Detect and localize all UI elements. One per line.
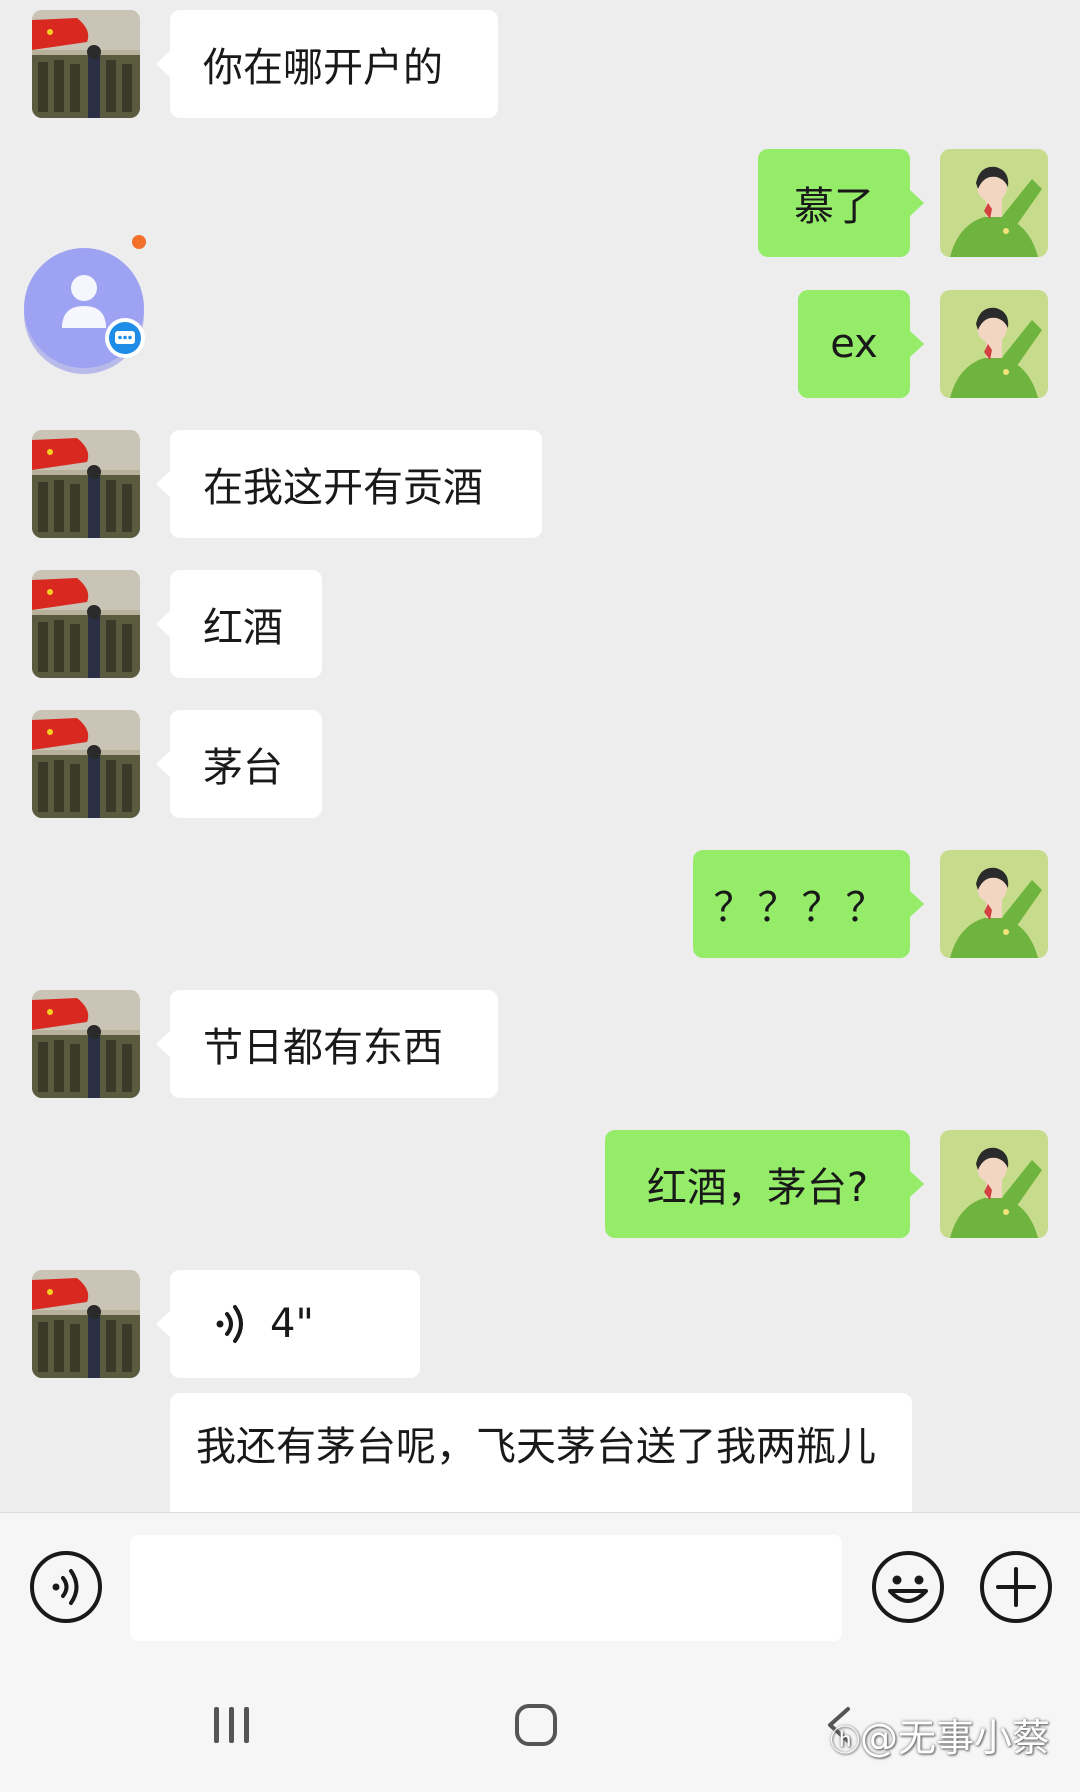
message-text: 你在哪开户的 bbox=[203, 45, 443, 91]
message-bubble[interactable]: ？？？？ bbox=[693, 850, 924, 958]
contact-avatar[interactable] bbox=[32, 1270, 140, 1378]
message-text: 我还有茅台呢，飞天茅台送了我两瓶儿 bbox=[196, 1424, 876, 1470]
message-bubble[interactable]: 茅台 bbox=[156, 710, 322, 818]
message-text: ex bbox=[830, 321, 878, 367]
contact-avatar[interactable] bbox=[32, 710, 140, 818]
floating-chat-head[interactable] bbox=[22, 232, 152, 382]
message-input[interactable] bbox=[130, 1535, 842, 1641]
message-bubble[interactable]: 我还有茅台呢，飞天茅台送了我两瓶儿 bbox=[170, 1393, 912, 1512]
voice-wave-icon bbox=[216, 1305, 243, 1343]
message-bubble[interactable]: ex bbox=[798, 290, 924, 398]
my-avatar[interactable] bbox=[940, 290, 1048, 398]
message-text: 红酒 bbox=[203, 605, 283, 651]
my-avatar[interactable] bbox=[940, 149, 1048, 257]
recent-apps-icon[interactable] bbox=[212, 1705, 252, 1745]
message-text: 节日都有东西 bbox=[203, 1025, 443, 1071]
voice-icon[interactable] bbox=[28, 1549, 104, 1625]
my-avatar[interactable] bbox=[940, 850, 1048, 958]
message-bubble[interactable]: 红酒 bbox=[156, 570, 322, 678]
plus-icon[interactable] bbox=[978, 1549, 1054, 1625]
contact-avatar[interactable] bbox=[32, 570, 140, 678]
my-avatar[interactable] bbox=[940, 1130, 1048, 1238]
contact-avatar[interactable] bbox=[32, 990, 140, 1098]
message-text: 茅台 bbox=[203, 745, 283, 791]
contact-avatar[interactable] bbox=[32, 430, 140, 538]
watermark: ⓗ@无事小蔡 bbox=[830, 1707, 1050, 1762]
watermark-logo-icon: ⓗ bbox=[830, 1724, 860, 1759]
message-text: ？？？？ bbox=[713, 885, 890, 931]
message-bubble[interactable]: 红酒，茅台? bbox=[605, 1130, 924, 1238]
voice-message-bubble[interactable]: 4" bbox=[156, 1270, 420, 1378]
home-icon[interactable] bbox=[514, 1703, 558, 1747]
voice-duration: 4" bbox=[270, 1301, 314, 1347]
message-bubble[interactable]: 你在哪开户的 bbox=[156, 10, 498, 118]
chat-area[interactable]: 你在哪开户的 慕了 ex 在我这开有贡酒 红酒 茅台 ？？？？ 节日都有东西 红… bbox=[0, 0, 1080, 1512]
watermark-text: @无事小蔡 bbox=[860, 1716, 1051, 1760]
emoji-icon[interactable] bbox=[870, 1549, 946, 1625]
message-text: 红酒，茅台? bbox=[646, 1165, 869, 1211]
message-bubble[interactable]: 慕了 bbox=[758, 149, 924, 257]
message-bubble[interactable]: 节日都有东西 bbox=[156, 990, 498, 1098]
message-text: 在我这开有贡酒 bbox=[203, 465, 483, 511]
message-text: 慕了 bbox=[794, 184, 874, 230]
message-bubble[interactable]: 在我这开有贡酒 bbox=[156, 430, 542, 538]
contact-avatar[interactable] bbox=[32, 10, 140, 118]
